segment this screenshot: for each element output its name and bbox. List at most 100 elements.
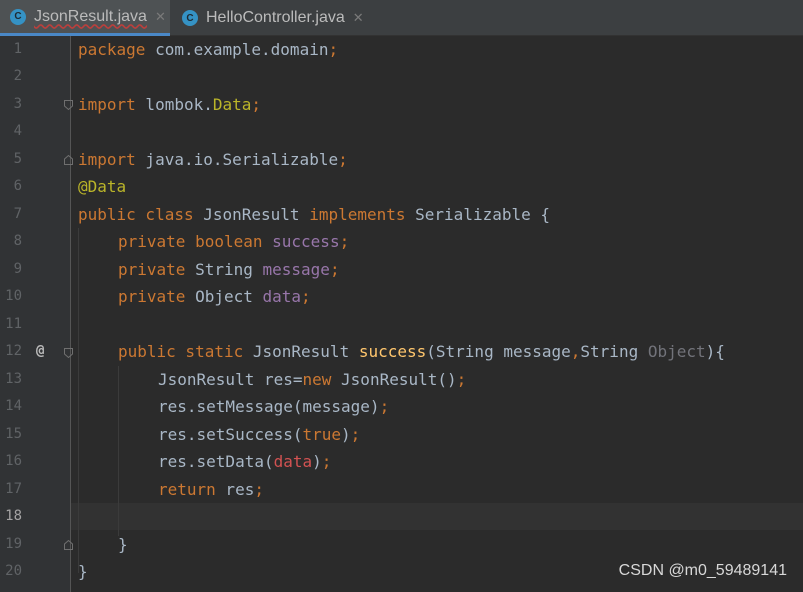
token-text: String (185, 260, 263, 279)
token-field: success (272, 232, 340, 251)
token-punct: ; (301, 287, 311, 306)
token-punct: ; (321, 452, 332, 471)
line-number: 7 (13, 206, 22, 222)
line-number: 17 (5, 481, 22, 497)
token-text: (String message (426, 342, 571, 361)
fold-start-icon[interactable] (64, 348, 73, 358)
token-method: success (358, 342, 427, 361)
tab-label: HelloController.java (206, 9, 345, 26)
line-number: 8 (13, 233, 22, 249)
token-text: JsonResult res= (158, 370, 303, 389)
token-text: JsonResult (193, 205, 310, 224)
line-number: 4 (13, 123, 22, 139)
token-punct: ; (350, 425, 361, 444)
code-line-14: res.setMessage(message); (158, 393, 389, 420)
token-keyword: import (78, 95, 136, 114)
fold-start-icon[interactable] (64, 100, 73, 110)
gutter-divider (70, 36, 71, 592)
line-number: 13 (5, 371, 22, 387)
line-number: 6 (13, 178, 22, 194)
token-keyword: implements (309, 205, 406, 224)
code-line-5: import java.io.Serializable; (78, 146, 348, 173)
line-number: 1 (13, 41, 22, 57)
close-icon[interactable]: ✕ (353, 10, 364, 26)
token-punct: ; (328, 40, 339, 59)
token-text: String (580, 342, 648, 361)
token-text: Object (185, 287, 263, 306)
fold-end-icon[interactable] (64, 540, 73, 550)
close-icon[interactable]: ✕ (155, 9, 166, 25)
token-text: ) (312, 452, 322, 471)
indent-guide (118, 366, 119, 536)
code-line-13: JsonResult res=new JsonResult(); (158, 366, 466, 393)
token-keyword: private (118, 260, 186, 279)
token-unused-param: Object (647, 342, 706, 361)
token-text: res.setData( (158, 452, 274, 471)
token-text: ) (341, 425, 351, 444)
token-text: Serializable { (405, 205, 551, 224)
token-text: } (118, 535, 128, 554)
token-text: res.setSuccess( (158, 425, 303, 444)
code-line-15: res.setSuccess(true); (158, 421, 360, 448)
code-line-10: private Object data; (118, 283, 311, 310)
token-punct: ; (329, 260, 340, 279)
line-number: 20 (5, 563, 22, 579)
current-line-highlight (71, 503, 803, 530)
fold-end-icon[interactable] (64, 155, 73, 165)
token-punct: ; (251, 95, 262, 114)
code-line-7: public class JsonResult implements Seria… (78, 201, 550, 228)
token-keyword: public class (78, 205, 194, 224)
token-text: java.io.Serializable (135, 150, 339, 169)
tab-label: JsonResult.java (34, 7, 147, 25)
code-line-16: res.setData(data); (158, 448, 331, 475)
token-keyword: import (78, 150, 136, 169)
token-text: JsonResult (243, 342, 359, 361)
editor-tab-bar: C JsonResult.java ✕ C HelloController.ja… (0, 0, 803, 36)
token-text: JsonResult() (331, 370, 457, 389)
token-punct: ; (339, 232, 350, 251)
line-number: 10 (5, 288, 22, 304)
token-punct: , (570, 342, 581, 361)
token-keyword: return (158, 480, 216, 499)
java-class-icon: C (182, 10, 198, 26)
line-number: 15 (5, 426, 22, 442)
tab-hellocontroller[interactable]: C HelloController.java ✕ (172, 0, 382, 36)
watermark-text: CSDN @m0_59489141 (618, 562, 787, 579)
line-number: 16 (5, 453, 22, 469)
code-line-12: public static JsonResult success(String … (118, 338, 725, 365)
token-text: com.example.domain (145, 40, 329, 59)
code-line-20: } (78, 558, 88, 585)
token-punct: ; (254, 480, 264, 499)
code-line-1: package com.example.domain; (78, 36, 338, 63)
token-punct: ; (456, 370, 467, 389)
token-keyword: package (78, 40, 146, 59)
token-error-ref: data (273, 452, 313, 471)
token-annotation: @Data (78, 177, 127, 196)
token-text: ){ (705, 342, 725, 361)
line-number: 19 (5, 536, 22, 552)
token-field: message (262, 260, 330, 279)
line-number: 14 (5, 398, 22, 414)
token-keyword: true (302, 425, 342, 444)
token-annotation: Data (212, 95, 252, 114)
line-number: 12 (5, 343, 22, 359)
code-line-6: @Data (78, 173, 126, 200)
override-marker-icon[interactable]: @ (36, 343, 44, 359)
token-keyword: public static (118, 342, 244, 361)
token-text: } (78, 562, 88, 581)
line-number: 2 (13, 68, 22, 84)
indent-guide (78, 228, 79, 573)
line-number: 11 (5, 316, 22, 332)
token-punct: ; (379, 397, 390, 416)
code-line-19: } (118, 531, 128, 558)
code-line-9: private String message; (118, 256, 340, 283)
token-keyword: private (118, 287, 186, 306)
token-field: data (262, 287, 302, 306)
token-text: res.setMessage(message) (158, 397, 380, 416)
line-number: 9 (13, 261, 22, 277)
line-number: 5 (13, 151, 22, 167)
tab-jsonresult[interactable]: C JsonResult.java ✕ (0, 0, 170, 36)
code-line-3: import lombok.Data; (78, 91, 261, 118)
token-punct: ; (338, 150, 348, 169)
